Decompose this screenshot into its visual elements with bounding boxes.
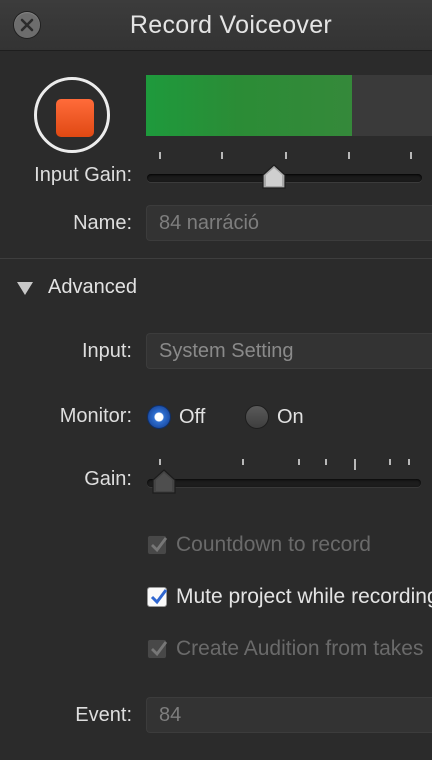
tick	[221, 152, 223, 159]
countdown-label[interactable]: Countdown to record	[176, 533, 371, 557]
input-gain-label: Input Gain:	[34, 164, 132, 186]
gain-scale-ticks	[146, 152, 432, 162]
tick	[408, 459, 410, 465]
slider-knob[interactable]	[151, 468, 177, 496]
monitor-off-label[interactable]: Off	[179, 406, 205, 429]
tick	[159, 459, 161, 465]
tick	[285, 152, 287, 159]
record-button[interactable]	[34, 77, 110, 153]
checkmark-icon	[151, 537, 168, 553]
title-bar: Record Voiceover	[0, 0, 432, 51]
create-audition-label[interactable]: Create Audition from takes	[176, 637, 423, 661]
monitor-label: Monitor:	[59, 405, 132, 427]
tick	[325, 459, 327, 465]
gain-label: Gain:	[84, 468, 132, 490]
stop-icon	[56, 99, 94, 137]
create-audition-checkbox[interactable]	[147, 639, 168, 659]
gain-slider[interactable]	[147, 479, 421, 487]
level-meter-fill	[146, 75, 352, 136]
tick	[348, 152, 350, 159]
divider	[0, 258, 432, 259]
tick	[159, 152, 161, 159]
gain-ticks	[146, 459, 432, 470]
tick	[389, 459, 391, 465]
countdown-checkbox[interactable]	[147, 535, 168, 555]
name-label: Name:	[73, 212, 132, 234]
mute-project-label[interactable]: Mute project while recording	[176, 585, 432, 609]
tick	[298, 459, 300, 465]
advanced-label[interactable]: Advanced	[48, 276, 137, 299]
tick	[410, 152, 412, 159]
input-select[interactable]: System Setting	[146, 333, 432, 369]
checkmark-icon	[150, 589, 168, 605]
monitor-on-label[interactable]: On	[277, 406, 304, 429]
disclosure-triangle-icon[interactable]	[16, 280, 34, 296]
tick	[242, 459, 244, 465]
name-field[interactable]: 84 narráció	[146, 205, 432, 241]
monitor-on-radio[interactable]	[245, 405, 269, 429]
slider-knob[interactable]	[261, 163, 287, 191]
window-title: Record Voiceover	[129, 11, 333, 39]
event-select[interactable]: 84	[146, 697, 432, 733]
checkmark-icon	[151, 641, 168, 657]
monitor-off-radio[interactable]	[147, 405, 171, 429]
input-label: Input:	[81, 340, 132, 362]
event-label: Event:	[75, 704, 132, 726]
tick	[354, 459, 356, 470]
level-meter	[146, 75, 432, 136]
mute-project-checkbox[interactable]	[147, 587, 168, 607]
